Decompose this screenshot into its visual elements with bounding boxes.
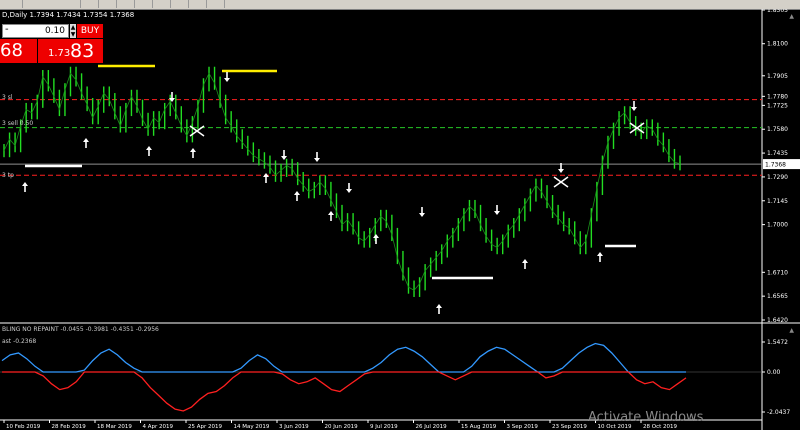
indicator-tick-label: -2.0437 (767, 409, 790, 416)
price-tick-label: 1.8305 (767, 9, 788, 14)
buy-arrow-icon (294, 191, 300, 201)
one-click-trading-panel: - 0.10 ▲ ▼ BUY 68 1.73 83 (0, 24, 103, 64)
close-signal-icon (553, 176, 569, 188)
price-tick-label: 1.7905 (767, 73, 788, 80)
arrow-head (294, 191, 300, 195)
price-tick-label: 1.7000 (767, 222, 788, 229)
arrow-head (346, 189, 352, 193)
buy-arrow-icon (190, 148, 196, 158)
toolbar-button[interactable] (0, 0, 23, 8)
toolbar-button[interactable] (206, 0, 225, 8)
arrow-head (631, 107, 637, 111)
indicator-subtitle: ast -0.2368 (2, 338, 37, 345)
buy-label: BUY (77, 24, 103, 38)
arrow-head (314, 158, 320, 162)
sell-arrow-icon (281, 150, 287, 160)
toolbar-button[interactable] (116, 0, 135, 8)
sell-arrow-icon (314, 152, 320, 162)
arrow-head (522, 259, 528, 263)
buy-arrow-icon (597, 252, 603, 262)
lot-size-input[interactable]: - 0.10 (2, 24, 69, 38)
arrow-head (558, 169, 564, 173)
price-tick-label: 1.7725 (767, 102, 788, 109)
sell-arrow-icon (224, 72, 230, 82)
symbol-info: D,Daily 1.7394 1.7434 1.7354 1.7368 (2, 11, 135, 19)
time-axis-label: 15 Aug 2019 (461, 424, 497, 430)
toolbar-button[interactable] (152, 0, 171, 8)
buy-arrow-icon (328, 211, 334, 221)
time-axis-label: 9 Jul 2019 (370, 424, 398, 430)
toolbar-button[interactable] (60, 0, 81, 8)
toolbar-button[interactable] (188, 0, 207, 8)
arrow-head (597, 252, 603, 256)
time-axis-label: 28 Feb 2019 (52, 424, 87, 430)
arrow-head (83, 138, 89, 142)
current-price-label: 1.7368 (765, 162, 786, 169)
price-series-line (3, 72, 681, 291)
buy-arrow-icon (22, 182, 28, 192)
time-axis-label: 3 Sep 2019 (507, 424, 539, 430)
buy-arrow-icon (522, 259, 528, 269)
buy-button[interactable]: 1.73 83 (38, 39, 103, 63)
lot-size-value: 0.10 (44, 26, 65, 36)
sell-order-label: 3 sell 0.50 (2, 120, 34, 127)
arrow-head (373, 234, 379, 238)
price-tick-label: 1.8100 (767, 41, 788, 48)
time-axis-label: 18 Mar 2019 (97, 424, 132, 430)
time-axis-label: 14 May 2019 (234, 424, 270, 430)
price-tick-label: 1.7580 (767, 126, 788, 133)
price-tick-label: 1.6565 (767, 293, 788, 300)
price-chart[interactable]: 1.8305 1.8100 1.7905 1.7780 1.7725 1.7580 1.74… (0, 9, 800, 430)
buy-arrow-icon (146, 146, 152, 156)
price-tick-label: 1.6420 (767, 317, 788, 324)
indicator-negative-line (2, 371, 687, 412)
buy-arrow-icon (263, 173, 269, 183)
toolbar-button[interactable] (80, 0, 99, 8)
time-axis-label: 4 Apr 2019 (143, 424, 174, 430)
time-axis-label: 23 Sep 2019 (552, 424, 587, 430)
time-axis-label: 20 Jun 2019 (325, 424, 359, 430)
buy-price-prefix: 1.73 (48, 48, 71, 59)
buy-arrow-icon (83, 138, 89, 148)
toolbar-button[interactable] (98, 0, 117, 8)
pane-scroll-icon: ▲ (789, 327, 794, 334)
arrow-head (436, 304, 442, 308)
buy-arrow-icon (373, 234, 379, 244)
arrow-head (494, 211, 500, 215)
time-axis-label: 25 Apr 2019 (188, 424, 223, 430)
take-profit-label: 3 tp (2, 172, 14, 179)
indicator-tick-label: 1.5472 (767, 339, 788, 346)
lot-decrease-button[interactable]: - (5, 24, 9, 35)
arrow-head (190, 148, 196, 152)
price-tick-label: 1.7435 (767, 150, 788, 157)
activate-windows-watermark: Activate Windows (588, 410, 704, 425)
arrow-head (146, 146, 152, 150)
price-tick-label: 1.7290 (767, 174, 788, 181)
time-axis-label: 26 Jul 2019 (416, 424, 448, 430)
toolbar-button[interactable] (170, 0, 189, 8)
arrow-head (224, 78, 230, 82)
sell-arrow-icon (494, 205, 500, 215)
price-tick-label: 1.6710 (767, 269, 788, 276)
arrow-head (328, 211, 334, 215)
toolbar-button[interactable] (134, 0, 153, 8)
price-tick-label: 1.7780 (767, 93, 788, 100)
lot-spinner-icon[interactable]: ▲ ▼ (70, 24, 76, 38)
price-tick-label: 1.7145 (767, 198, 788, 205)
arrow-head (22, 182, 28, 186)
sell-arrow-icon (631, 101, 637, 111)
stop-loss-label: 3 sl (2, 94, 13, 101)
indicator-positive-line (1, 342, 686, 373)
time-axis-label: 3 Jun 2019 (279, 424, 309, 430)
buy-arrow-icon (436, 304, 442, 314)
scroll-up-icon: ▲ (789, 13, 794, 20)
indicator-name: BLING NO REPAINT -0.0455 -0.3981 -0.4351… (2, 326, 159, 333)
sell-arrow-icon (419, 207, 425, 217)
arrow-head (419, 213, 425, 217)
buy-price-pips: 83 (70, 40, 95, 62)
sell-button[interactable]: 68 (0, 39, 37, 63)
sell-arrow-icon (346, 183, 352, 193)
time-axis-label: 10 Feb 2019 (6, 424, 41, 430)
indicator-tick-label: 0.00 (767, 369, 781, 376)
